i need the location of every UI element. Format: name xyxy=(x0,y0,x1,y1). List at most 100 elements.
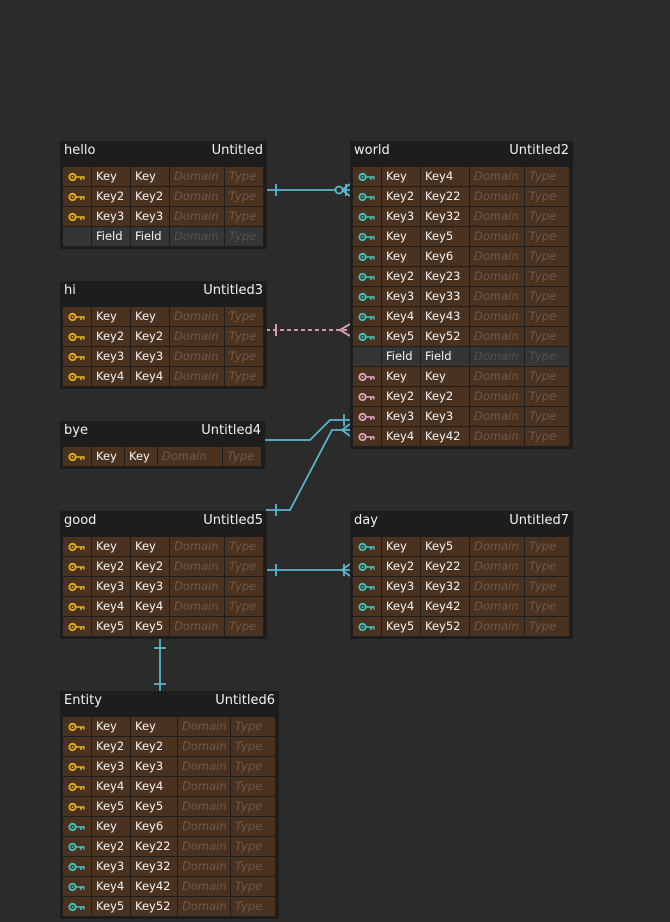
entity-table-name[interactable]: Untitled2 xyxy=(509,143,569,158)
attribute-row[interactable]: Field Field Domain Type xyxy=(63,227,264,247)
key-row[interactable]: Key2 Key22 Domain Type xyxy=(63,837,276,857)
type-cell[interactable]: Type xyxy=(525,167,569,186)
domain-cell[interactable]: Domain xyxy=(178,897,230,916)
entity-header[interactable]: day Untitled7 xyxy=(350,511,573,537)
key-row[interactable]: Key5 Key52 Domain Type xyxy=(63,897,276,917)
entity-entity[interactable]: Entity Untitled6 Key Key Domain Type Key2 Key… xyxy=(60,691,279,919)
entity-hello[interactable]: hello Untitled Key Key Domain Type Key2 Key2 D… xyxy=(60,141,267,249)
column-name[interactable]: Key5 xyxy=(131,617,169,636)
type-cell[interactable]: Type xyxy=(231,877,275,896)
key-row[interactable]: Key2 Key22 Domain Type xyxy=(353,187,570,207)
column-name[interactable]: Key4 xyxy=(421,167,469,186)
key-row[interactable]: Key4 Key42 Domain Type xyxy=(353,597,570,617)
type-cell[interactable]: Type xyxy=(525,617,569,636)
attribute-name[interactable]: Key3 xyxy=(92,757,130,776)
type-cell[interactable]: Type xyxy=(525,537,569,556)
type-cell[interactable]: Type xyxy=(225,597,263,616)
attribute-name[interactable]: Key2 xyxy=(92,557,130,576)
entity-name[interactable]: Entity xyxy=(64,693,102,708)
relationship-bye-world-marker[interactable] xyxy=(263,414,345,446)
attribute-name[interactable]: Key4 xyxy=(92,597,130,616)
key-row[interactable]: Key2 Key2 Domain Type xyxy=(63,327,264,347)
type-cell[interactable]: Type xyxy=(231,757,275,776)
entity-table-name[interactable]: Untitled xyxy=(212,143,263,158)
entity-header[interactable]: bye Untitled4 xyxy=(60,421,265,447)
column-name[interactable]: Key2 xyxy=(131,187,169,206)
column-name[interactable]: Key2 xyxy=(131,737,177,756)
column-name[interactable]: Key2 xyxy=(131,327,169,346)
column-name[interactable]: Key22 xyxy=(421,557,469,576)
entity-name[interactable]: hi xyxy=(64,283,76,298)
key-row[interactable]: Key3 Key32 Domain Type xyxy=(353,207,570,227)
type-cell[interactable]: Type xyxy=(525,597,569,616)
column-name[interactable]: Key4 xyxy=(131,597,169,616)
column-name[interactable]: Key42 xyxy=(421,427,469,446)
domain-cell[interactable]: Domain xyxy=(470,227,524,246)
column-name[interactable]: Key xyxy=(131,717,177,736)
key-row[interactable]: Key3 Key32 Domain Type xyxy=(63,857,276,877)
column-name[interactable]: Key xyxy=(125,447,157,466)
type-cell[interactable]: Type xyxy=(231,737,275,756)
type-cell[interactable]: Type xyxy=(525,227,569,246)
entity-table-name[interactable]: Untitled5 xyxy=(203,513,263,528)
key-row[interactable]: Key3 Key3 Domain Type xyxy=(63,207,264,227)
key-row[interactable]: Key3 Key3 Domain Type xyxy=(63,347,264,367)
domain-cell[interactable]: Domain xyxy=(178,797,230,816)
type-cell[interactable]: Type xyxy=(225,617,263,636)
type-cell[interactable]: Type xyxy=(225,577,263,596)
attribute-name[interactable]: Key2 xyxy=(92,737,130,756)
key-row[interactable]: Key2 Key2 Domain Type xyxy=(353,387,570,407)
type-cell[interactable]: Type xyxy=(225,537,263,556)
attribute-name[interactable]: Key4 xyxy=(382,307,420,326)
column-name[interactable]: Key2 xyxy=(421,387,469,406)
type-cell[interactable]: Type xyxy=(225,347,263,366)
column-name[interactable]: Key3 xyxy=(131,757,177,776)
attribute-name[interactable]: Key2 xyxy=(92,327,130,346)
domain-cell[interactable]: Domain xyxy=(470,207,524,226)
column-name[interactable]: Key52 xyxy=(421,327,469,346)
entity-name[interactable]: good xyxy=(64,513,96,528)
key-row[interactable]: Key4 Key4 Domain Type xyxy=(63,597,264,617)
type-cell[interactable]: Type xyxy=(231,857,275,876)
column-name[interactable]: Key2 xyxy=(131,557,169,576)
entity-name[interactable]: hello xyxy=(64,143,95,158)
attribute-name[interactable]: Key4 xyxy=(382,427,420,446)
column-name[interactable]: Key4 xyxy=(131,367,169,386)
relationship-hello-world-marker[interactable] xyxy=(275,183,351,197)
type-cell[interactable]: Type xyxy=(231,897,275,916)
entity-bye[interactable]: bye Untitled4 Key Key Domain Type xyxy=(60,421,265,469)
entity-header[interactable]: hello Untitled xyxy=(60,141,267,167)
diagram-canvas[interactable]: hello Untitled Key Key Domain Type Key2 Key2 D… xyxy=(0,0,670,922)
column-name[interactable]: Key xyxy=(131,537,169,556)
key-row[interactable]: Key2 Key23 Domain Type xyxy=(353,267,570,287)
column-name[interactable]: Key xyxy=(131,307,169,326)
column-name[interactable]: Key23 xyxy=(421,267,469,286)
domain-cell[interactable]: Domain xyxy=(178,877,230,896)
attribute-name[interactable]: Key4 xyxy=(92,777,130,796)
attribute-name[interactable]: Key xyxy=(382,167,420,186)
key-row[interactable]: Key4 Key42 Domain Type xyxy=(353,427,570,447)
type-cell[interactable]: Type xyxy=(231,797,275,816)
key-row[interactable]: Key2 Key2 Domain Type xyxy=(63,737,276,757)
attribute-name[interactable]: Key5 xyxy=(382,327,420,346)
key-row[interactable]: Key4 Key43 Domain Type xyxy=(353,307,570,327)
domain-cell[interactable]: Domain xyxy=(170,577,224,596)
type-cell[interactable]: Type xyxy=(525,187,569,206)
domain-cell[interactable]: Domain xyxy=(170,167,224,186)
entity-header[interactable]: world Untitled2 xyxy=(350,141,573,167)
key-row[interactable]: Key4 Key42 Domain Type xyxy=(63,877,276,897)
domain-cell[interactable]: Domain xyxy=(178,737,230,756)
key-row[interactable]: Key3 Key3 Domain Type xyxy=(353,407,570,427)
key-row[interactable]: Key4 Key4 Domain Type xyxy=(63,367,264,387)
domain-cell[interactable]: Domain xyxy=(470,407,524,426)
attribute-name[interactable]: Key3 xyxy=(92,857,130,876)
attribute-name[interactable]: Key xyxy=(92,717,130,736)
attribute-name[interactable]: Key xyxy=(382,247,420,266)
attribute-name[interactable]: Key xyxy=(92,307,130,326)
entity-good[interactable]: good Untitled5 Key Key Domain Type Key2 Key2 D… xyxy=(60,511,267,639)
domain-cell[interactable]: Domain xyxy=(470,537,524,556)
column-name[interactable]: Key33 xyxy=(421,287,469,306)
key-row[interactable]: Key2 Key22 Domain Type xyxy=(353,557,570,577)
column-name[interactable]: Key52 xyxy=(421,617,469,636)
domain-cell[interactable]: Domain xyxy=(170,187,224,206)
